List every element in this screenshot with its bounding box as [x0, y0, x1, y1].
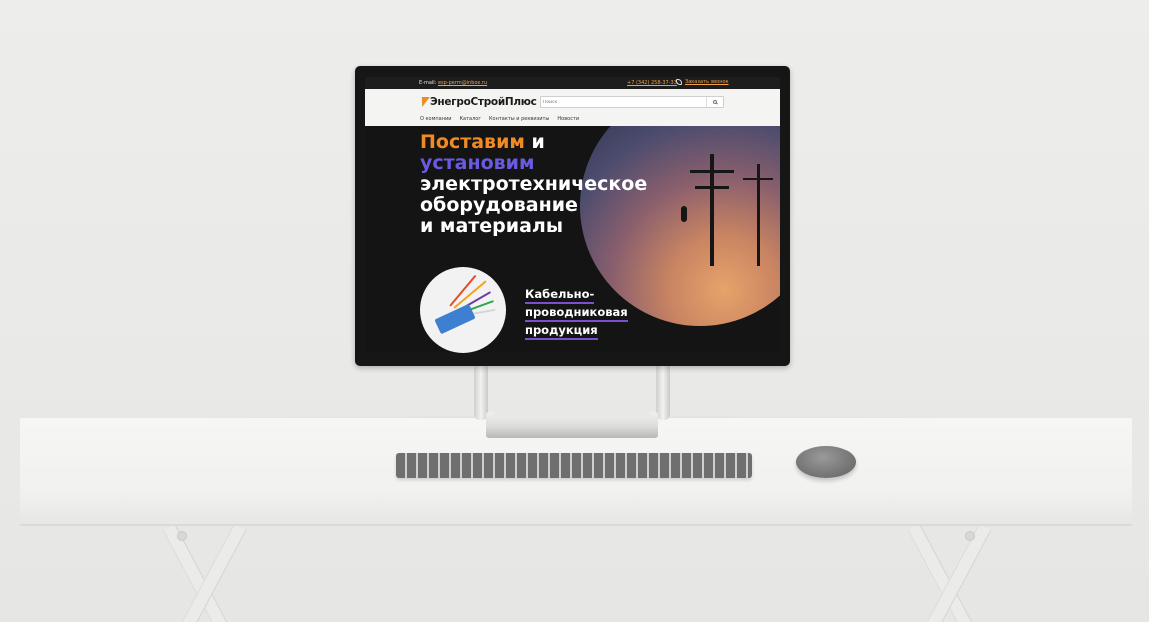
monitor-stand-arm: [474, 362, 488, 420]
search-button[interactable]: [706, 97, 723, 107]
hero-accent-word: Поставим: [420, 131, 525, 153]
bolt-icon: [418, 97, 430, 107]
hero-banner: Поставим и установим электротехническое …: [365, 126, 780, 353]
mouse: [796, 446, 856, 478]
main-nav: О компании Каталог Контакты и реквизиты …: [420, 116, 579, 122]
email-label: E-mail:: [419, 80, 437, 86]
desk-bolt: [177, 531, 187, 541]
callback-button[interactable]: Заказать звонок: [676, 79, 729, 85]
hero-line-1: Поставим и: [420, 132, 680, 153]
pole-silhouette: [743, 178, 773, 180]
search-box: [540, 96, 724, 108]
product-title-line-2: проводниковая: [525, 304, 628, 322]
hero-line-4: оборудование: [420, 194, 578, 216]
monitor-stand-arm: [656, 362, 670, 420]
hero-line-2: установим: [420, 152, 535, 174]
product-title-line-3: продукция: [525, 322, 598, 340]
product-cable-image[interactable]: [420, 267, 506, 353]
callback-label: Заказать звонок: [685, 79, 729, 85]
phone-link[interactable]: +7 (342) 258-37-33: [627, 80, 677, 86]
monitor-stand-base-top: [494, 408, 650, 416]
site-logo[interactable]: ЭнегроСтройПлюс: [418, 96, 537, 108]
topbar-email: E-mail: esp-perm@inbox.ru: [419, 80, 487, 86]
monitor-screen: E-mail: esp-perm@inbox.ru +7 (342) 258-3…: [365, 77, 780, 353]
search-icon: [713, 100, 717, 104]
keyboard: [396, 453, 752, 478]
email-link[interactable]: esp-perm@inbox.ru: [438, 80, 487, 86]
desk-bolt: [965, 531, 975, 541]
monitor: E-mail: esp-perm@inbox.ru +7 (342) 258-3…: [355, 66, 790, 366]
search-input[interactable]: [543, 98, 703, 107]
nav-item-news[interactable]: Новости: [557, 116, 579, 122]
nav-item-contacts[interactable]: Контакты и реквизиты: [489, 116, 549, 122]
product-category-link[interactable]: Кабельно- проводниковая продукция: [525, 286, 628, 340]
phone-icon: [676, 79, 682, 85]
hero-heading: Поставим и установим электротехническое …: [420, 132, 680, 237]
worker-silhouette: [681, 206, 687, 222]
pole-silhouette: [690, 170, 734, 173]
hero-line-5: и материалы: [420, 215, 564, 237]
hero-line-3: электротехническое: [420, 173, 648, 195]
site-topbar: E-mail: esp-perm@inbox.ru +7 (342) 258-3…: [365, 77, 780, 89]
hero-line-1-rest: и: [531, 131, 545, 153]
site-header: ЭнегроСтройПлюс О компании Каталог Конта…: [365, 89, 780, 126]
nav-item-catalog[interactable]: Каталог: [459, 116, 480, 122]
product-title-line-1: Кабельно-: [525, 286, 595, 304]
nav-item-about[interactable]: О компании: [420, 116, 451, 122]
logo-text: ЭнегроСтройПлюс: [430, 96, 537, 108]
pole-silhouette: [695, 186, 729, 189]
